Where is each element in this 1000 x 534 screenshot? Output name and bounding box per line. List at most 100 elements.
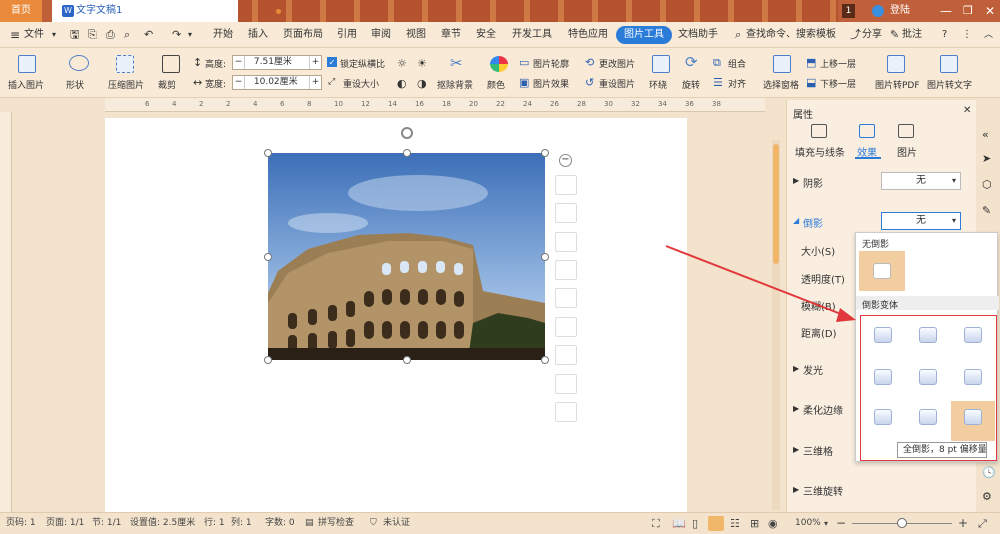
compress-button[interactable]: 压缩图片 (108, 78, 144, 91)
minimize-icon[interactable]: — (940, 0, 952, 22)
reflection-variant-full[interactable] (964, 409, 982, 425)
reset-pic-button[interactable]: 重设图片 (599, 77, 635, 90)
height-increase-icon[interactable]: + (309, 56, 321, 69)
page-count[interactable]: 页面: 1/1 (46, 513, 84, 534)
remove-bg-button[interactable]: 抠除背景 (437, 78, 473, 91)
resize-handle[interactable] (264, 253, 272, 261)
contrast-down-icon[interactable]: ◑ (417, 77, 427, 90)
export-icon[interactable]: ⎘ (88, 22, 97, 48)
resize-handle[interactable] (403, 356, 411, 364)
height-value[interactable]: 7.51厘米 (248, 57, 292, 67)
more-dots-icon[interactable]: ⋮ (962, 22, 972, 48)
rotate-handle-icon[interactable] (401, 127, 413, 139)
expand-arrow-icon[interactable]: ▶ (793, 404, 799, 413)
outline-view-icon[interactable]: ☷ (730, 513, 740, 534)
spell-check-button[interactable]: 拼写检查 (318, 513, 354, 534)
share-icon[interactable]: ⤴ (850, 22, 861, 48)
width-decrease-icon[interactable]: − (233, 76, 245, 89)
command-search[interactable]: 查找命令、搜索模板 (746, 22, 836, 48)
settings-icon[interactable]: ⚙ (982, 490, 992, 503)
change-pic-button[interactable]: 更改图片 (599, 57, 635, 70)
word-count[interactable]: 字数: 0 (265, 513, 295, 534)
reflection-variant[interactable] (964, 369, 982, 385)
menu-view[interactable]: 视图 (406, 22, 426, 48)
resize-handle[interactable] (264, 149, 272, 157)
soft-edge-label[interactable]: 柔化边缘 (803, 402, 843, 417)
pic-outline-button[interactable]: 图片轮廓 (533, 57, 569, 70)
select-pane-button[interactable]: 选择窗格 (763, 78, 799, 91)
menu-chapter[interactable]: 章节 (441, 22, 461, 48)
certification-status[interactable]: 未认证 (383, 513, 410, 534)
save-icon[interactable]: 🖫 (70, 22, 79, 48)
shape-button[interactable]: 形状 (66, 78, 84, 91)
tab-picture[interactable]: 图片 (897, 144, 917, 159)
zoom-dropdown-icon[interactable]: ▾ (824, 513, 828, 534)
maximize-icon[interactable]: ❐ (963, 0, 973, 22)
copy-quick-icon[interactable] (555, 317, 577, 337)
resize-handle[interactable] (541, 253, 549, 261)
eye-protect-icon[interactable]: ◉ (768, 513, 778, 534)
remove-bg-quick-icon[interactable] (555, 232, 577, 252)
lock-ratio-checkbox[interactable]: ✓ (327, 57, 337, 67)
redo-icon[interactable]: ↷ (172, 22, 181, 48)
reset-size-button[interactable]: 重设大小 (343, 77, 379, 90)
width-increase-icon[interactable]: + (309, 76, 321, 89)
collapse-side-icon[interactable]: « (982, 128, 989, 141)
zoom-in-icon[interactable]: + (958, 513, 968, 534)
chevron-down-icon[interactable]: ▾ (52, 22, 56, 48)
send-backward-button[interactable]: 下移一层 (820, 77, 856, 90)
more-quick-icon[interactable] (555, 402, 577, 422)
brightness-up-icon[interactable]: ☼ (397, 57, 407, 70)
bring-forward-button[interactable]: 上移一层 (820, 57, 856, 70)
panel-title[interactable]: 属性 (793, 106, 813, 121)
layout-options-icon[interactable] (555, 175, 577, 195)
menu-review[interactable]: 审阅 (371, 22, 391, 48)
zoom-slider-thumb[interactable] (897, 518, 907, 528)
glow-label[interactable]: 发光 (803, 362, 823, 377)
hamburger-icon[interactable]: ≡ (10, 22, 20, 48)
zoom-out-icon[interactable]: − (836, 513, 846, 534)
undo-icon[interactable]: ↶ (144, 22, 153, 48)
comment-icon[interactable]: ✎ (890, 22, 899, 48)
select-quick-icon[interactable] (555, 288, 577, 308)
horizontal-ruler[interactable]: 6 4 2 2 4 6 8 10 12 14 16 18 20 22 24 26 28 30 32 34 36 38 (105, 98, 765, 112)
height-spinner[interactable]: − 7.51厘米 + (232, 55, 322, 70)
reflection-variant[interactable] (874, 409, 892, 425)
to-pdf-button[interactable]: 图片转PDF (875, 78, 920, 91)
resize-handle[interactable] (541, 149, 549, 157)
cursor-icon[interactable]: ➤ (982, 152, 991, 165)
expand-arrow-icon[interactable]: ▶ (793, 364, 799, 373)
fit-page-icon[interactable]: ⤢ (978, 513, 987, 534)
resize-handle[interactable] (403, 149, 411, 157)
more-icon[interactable]: ▾ (188, 22, 192, 48)
resize-handle[interactable] (541, 356, 549, 364)
menu-insert[interactable]: 插入 (248, 22, 268, 48)
tab-document[interactable]: W 文字文稿1 (52, 0, 281, 22)
reflection-variant[interactable] (919, 369, 937, 385)
lock-ratio-label[interactable]: 锁定纵横比 (340, 57, 385, 70)
tab-fill-line[interactable]: 填充与线条 (795, 144, 845, 159)
section-info[interactable]: 节: 1/1 (92, 513, 121, 534)
web-view-icon[interactable]: ⊞ (750, 513, 759, 534)
user-avatar-icon[interactable] (872, 5, 884, 17)
menu-features[interactable]: 特色应用 (568, 22, 608, 48)
reflection-variant[interactable] (964, 327, 982, 343)
crop-quick-icon[interactable] (555, 260, 577, 280)
translate-quick-icon[interactable] (555, 345, 577, 365)
shadow-dropdown[interactable]: 无 ▾ (881, 172, 961, 190)
expand-arrow-icon[interactable]: ▶ (793, 445, 799, 454)
comment-button[interactable]: 批注 (902, 22, 922, 48)
page-code[interactable]: 页码: 1 (6, 513, 36, 534)
menu-home[interactable]: 开始 (213, 22, 233, 48)
expand-arrow-icon[interactable]: ▶ (793, 176, 799, 185)
menu-doc-helper[interactable]: 文档助手 (678, 22, 718, 48)
width-value[interactable]: 10.02厘米 (248, 77, 298, 87)
menu-page-layout[interactable]: 页面布局 (283, 22, 323, 48)
login-link[interactable]: 登陆 (890, 0, 910, 22)
panel-close-icon[interactable]: ✕ (963, 105, 971, 116)
history-icon[interactable]: 🕓 (982, 466, 996, 479)
share-button[interactable]: 分享 (862, 22, 882, 48)
help-button[interactable]: ? (942, 22, 947, 48)
collapse-tools-icon[interactable]: − (559, 154, 572, 167)
setting-value[interactable]: 设置值: 2.5厘米 (130, 513, 195, 534)
